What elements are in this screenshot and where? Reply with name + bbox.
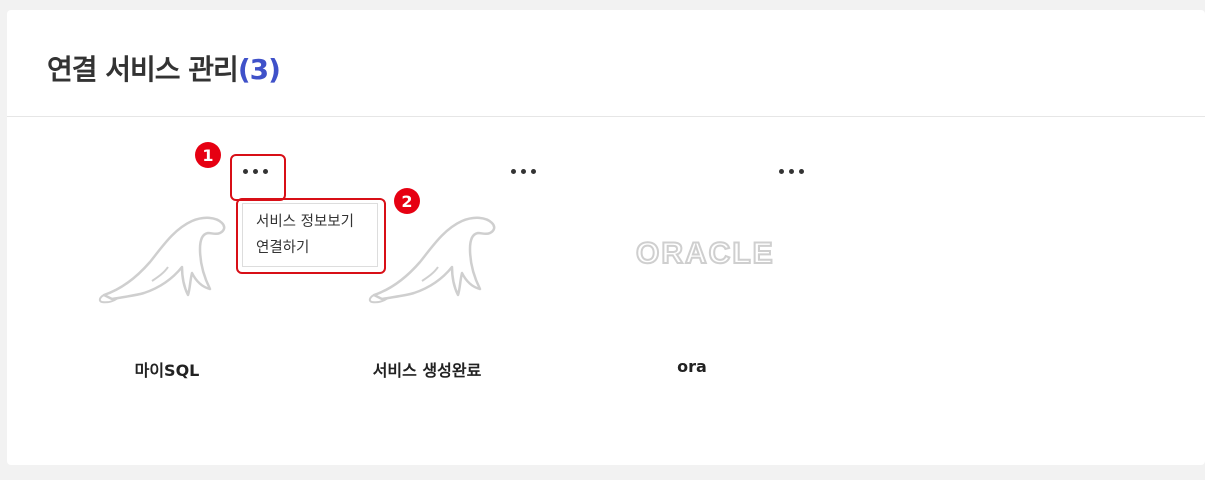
service-name[interactable]: 서비스 생성완료 bbox=[312, 357, 542, 381]
dot-icon bbox=[520, 168, 526, 174]
page-title: 연결 서비스 관리(3) bbox=[47, 48, 281, 88]
service-name[interactable]: ora bbox=[572, 357, 812, 376]
oracle-logo: ORACLE bbox=[635, 236, 775, 271]
dot-icon bbox=[510, 168, 516, 174]
panel-header: 연결 서비스 관리(3) bbox=[7, 10, 1205, 117]
service-card-oracle: ORACLE ora bbox=[562, 117, 822, 417]
step-badge-2: 2 bbox=[394, 188, 420, 214]
dot-icon bbox=[530, 168, 536, 174]
dot-icon bbox=[788, 168, 794, 174]
more-options-button[interactable] bbox=[766, 151, 816, 191]
dot-icon bbox=[778, 168, 784, 174]
more-options-button[interactable] bbox=[498, 151, 548, 191]
more-button-highlight bbox=[230, 154, 286, 201]
dot-icon bbox=[798, 168, 804, 174]
step-badge-1: 1 bbox=[195, 142, 221, 168]
service-name[interactable]: 마이SQL bbox=[52, 357, 282, 381]
service-count: (3) bbox=[237, 53, 281, 86]
mysql-dolphin-logo bbox=[98, 216, 226, 304]
menu-highlight bbox=[236, 198, 386, 274]
page-title-text: 연결 서비스 관리 bbox=[47, 53, 239, 86]
svg-text:ORACLE: ORACLE bbox=[636, 237, 775, 270]
